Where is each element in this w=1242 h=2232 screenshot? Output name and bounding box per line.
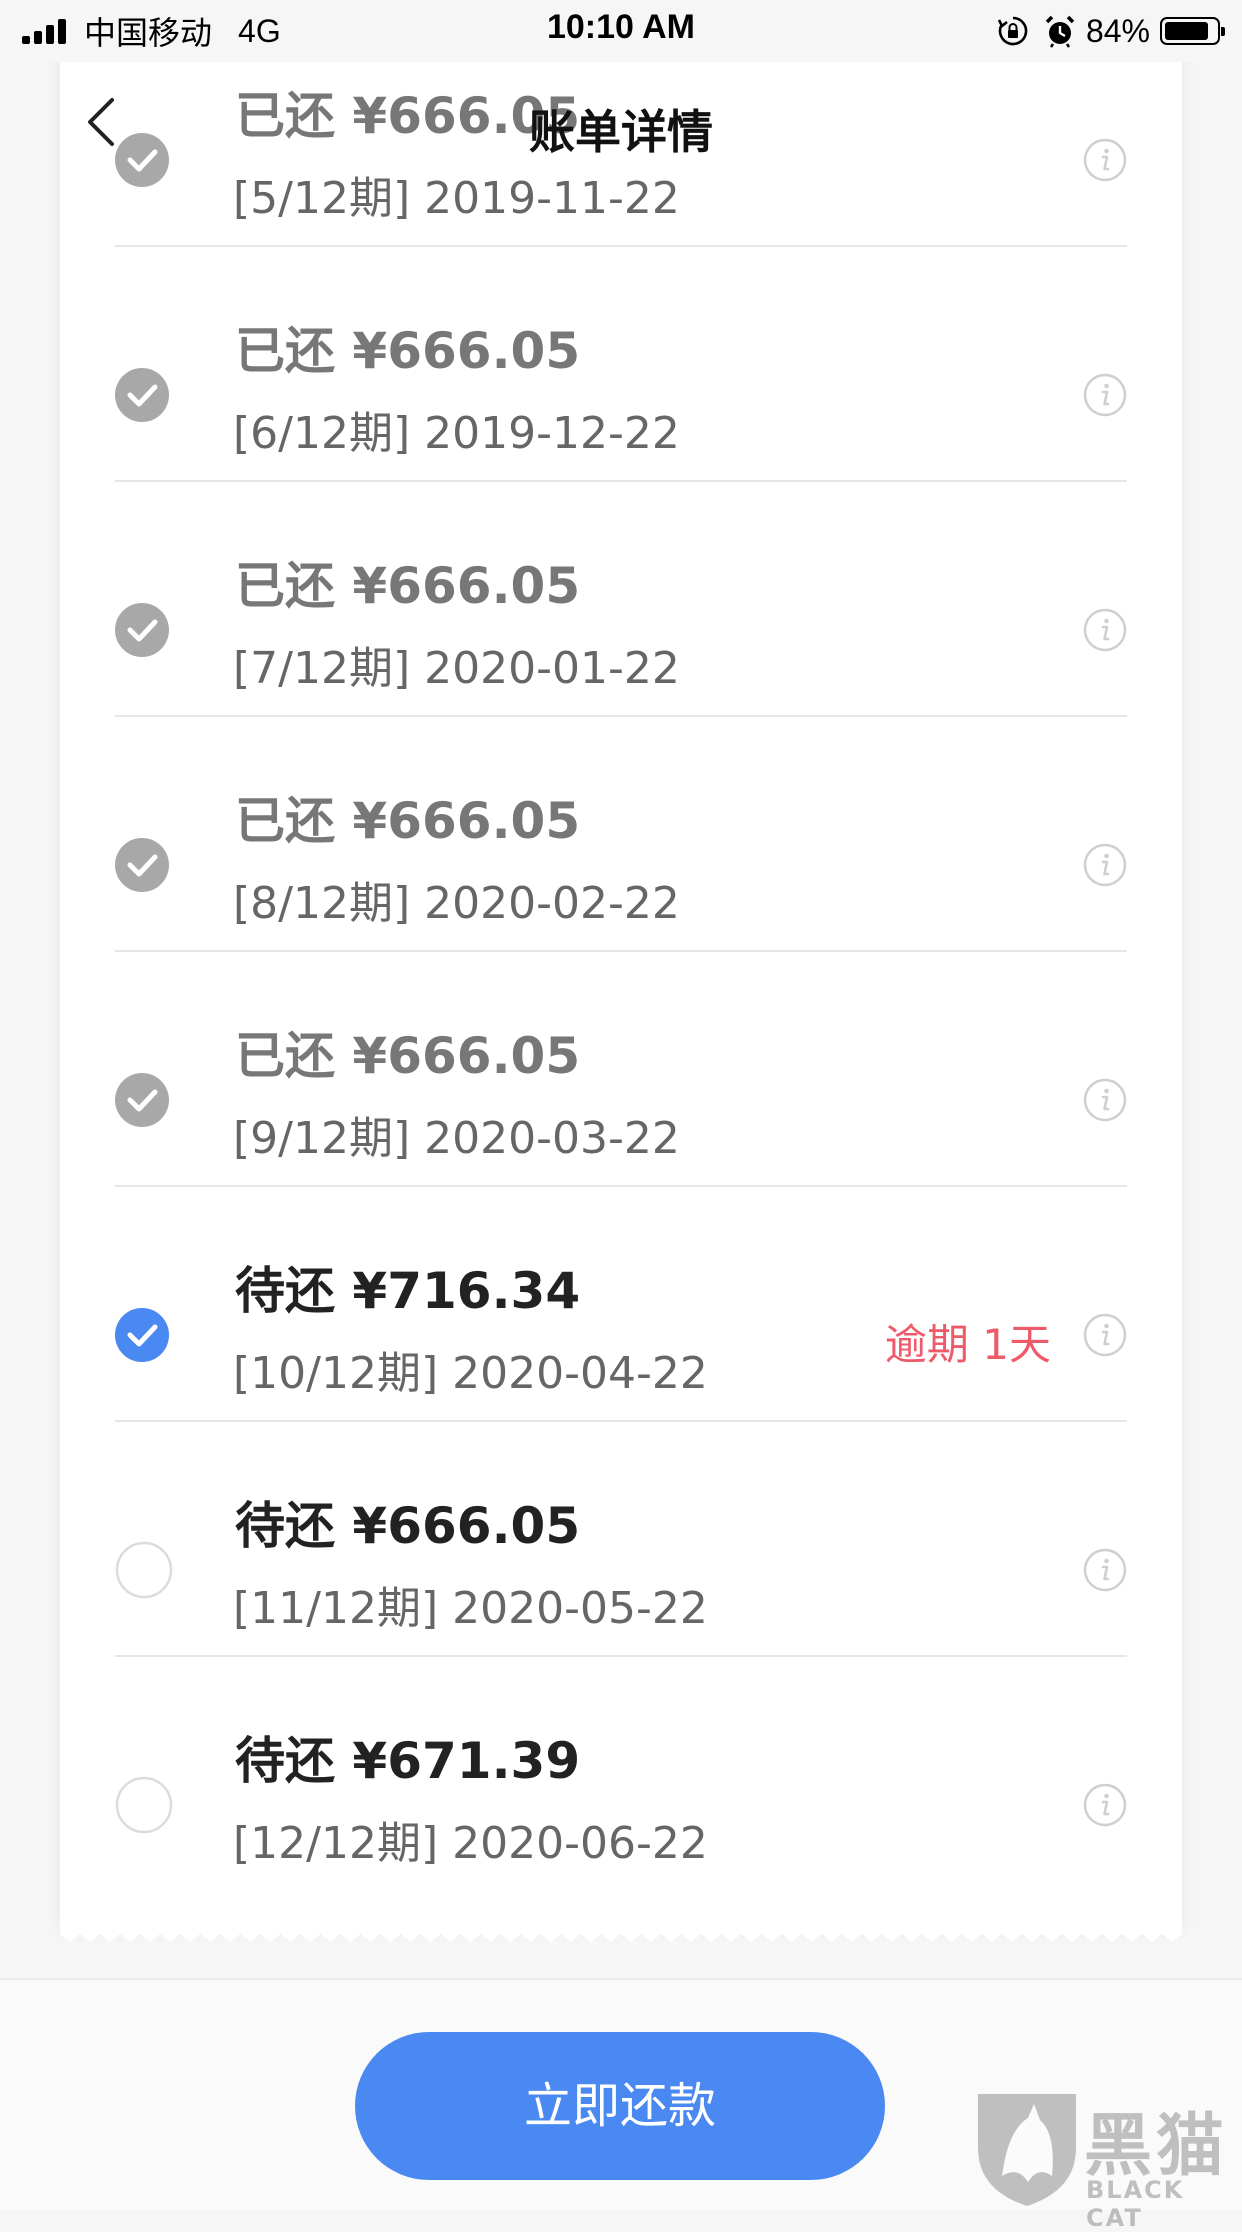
installment-row[interactable]: 已还 ¥666.05 [7/12期] 2020-01-22 — [115, 482, 1127, 717]
info-icon[interactable] — [1083, 1783, 1127, 1827]
installment-period: [6/12期] 2019-12-22 — [233, 408, 680, 459]
installment-row[interactable]: 待还 ¥716.34 [10/12期] 2020-04-22 逾期 1天 — [115, 1187, 1127, 1422]
check-circle-icon[interactable] — [115, 603, 169, 657]
battery-percent: 84% — [1085, 12, 1150, 49]
installment-period: [11/12期] 2020-05-22 — [233, 1583, 708, 1634]
installment-amount: 已还 ¥666.05 — [235, 1027, 581, 1085]
installment-amount: 待还 ¥716.34 — [235, 1262, 581, 1320]
installment-row[interactable]: 待还 ¥666.05 [11/12期] 2020-05-22 — [115, 1422, 1127, 1657]
check-circle-icon[interactable] — [115, 368, 169, 422]
info-icon[interactable] — [1083, 1313, 1127, 1357]
empty-circle-icon[interactable] — [115, 1541, 173, 1599]
info-icon[interactable] — [1083, 138, 1127, 182]
info-icon[interactable] — [1083, 373, 1127, 417]
watermark-name: 黑猫 — [1084, 2107, 1229, 2186]
info-icon[interactable] — [1083, 1548, 1127, 1592]
check-circle-icon[interactable] — [115, 1073, 169, 1127]
installment-period: [7/12期] 2020-01-22 — [233, 643, 680, 694]
info-icon[interactable] — [1083, 608, 1127, 652]
check-circle-icon[interactable] — [115, 838, 169, 892]
installment-row[interactable]: 已还 ¥666.05 [6/12期] 2019-12-22 — [115, 247, 1127, 482]
installment-period: [12/12期] 2020-06-22 — [233, 1818, 708, 1869]
black-cat-watermark: 黑猫 BLACK CAT — [972, 2090, 1242, 2232]
installment-row[interactable]: 已还 ¥666.05 [8/12期] 2020-02-22 — [115, 717, 1127, 952]
watermark-sub: BLACK CAT — [1086, 2176, 1185, 2232]
installment-amount: 已还 ¥666.05 — [235, 87, 581, 145]
back-button[interactable] — [78, 92, 128, 152]
installment-row[interactable]: 已还 ¥666.05 [9/12期] 2020-03-22 — [115, 952, 1127, 1187]
network-type: 4G — [238, 12, 281, 49]
status-right: 84% — [996, 10, 1225, 52]
alarm-icon — [1045, 15, 1075, 48]
installment-period: [9/12期] 2020-03-22 — [233, 1113, 680, 1164]
installment-amount: 已还 ¥666.05 — [235, 557, 581, 615]
pay-now-button[interactable]: 立即还款 — [355, 2032, 885, 2180]
installment-period: [8/12期] 2020-02-22 — [233, 878, 680, 929]
battery-fill — [1165, 22, 1209, 40]
chevron-left-icon — [88, 98, 114, 146]
check-circle-icon[interactable] — [115, 1308, 169, 1362]
installment-amount: 已还 ¥666.05 — [235, 322, 581, 380]
carrier-name: 中国移动 — [84, 15, 213, 51]
installment-row[interactable]: 待还 ¥671.39 [12/12期] 2020-06-22 — [115, 1657, 1127, 1892]
installment-amount: 待还 ¥666.05 — [235, 1497, 581, 1555]
battery-icon — [1160, 17, 1225, 45]
cat-shield-icon — [978, 2094, 1076, 2206]
installment-period: [5/12期] 2019-11-22 — [233, 173, 680, 224]
info-icon[interactable] — [1083, 843, 1127, 887]
info-icon[interactable] — [1083, 1078, 1127, 1122]
signal-icon — [22, 18, 70, 44]
empty-circle-icon[interactable] — [115, 1776, 173, 1834]
card-zigzag-edge — [60, 1926, 1182, 1942]
installment-period: [10/12期] 2020-04-22 — [233, 1348, 708, 1399]
status-bar: 中国移动 4G 10:10 AM 84% — [0, 0, 1242, 62]
installment-amount: 已还 ¥666.05 — [235, 792, 581, 850]
status-left: 中国移动 4G — [22, 10, 281, 52]
overdue-badge: 逾期 1天 — [884, 1320, 1051, 1369]
installment-amount: 待还 ¥671.39 — [235, 1732, 581, 1790]
rotation-lock-icon — [997, 16, 1028, 46]
